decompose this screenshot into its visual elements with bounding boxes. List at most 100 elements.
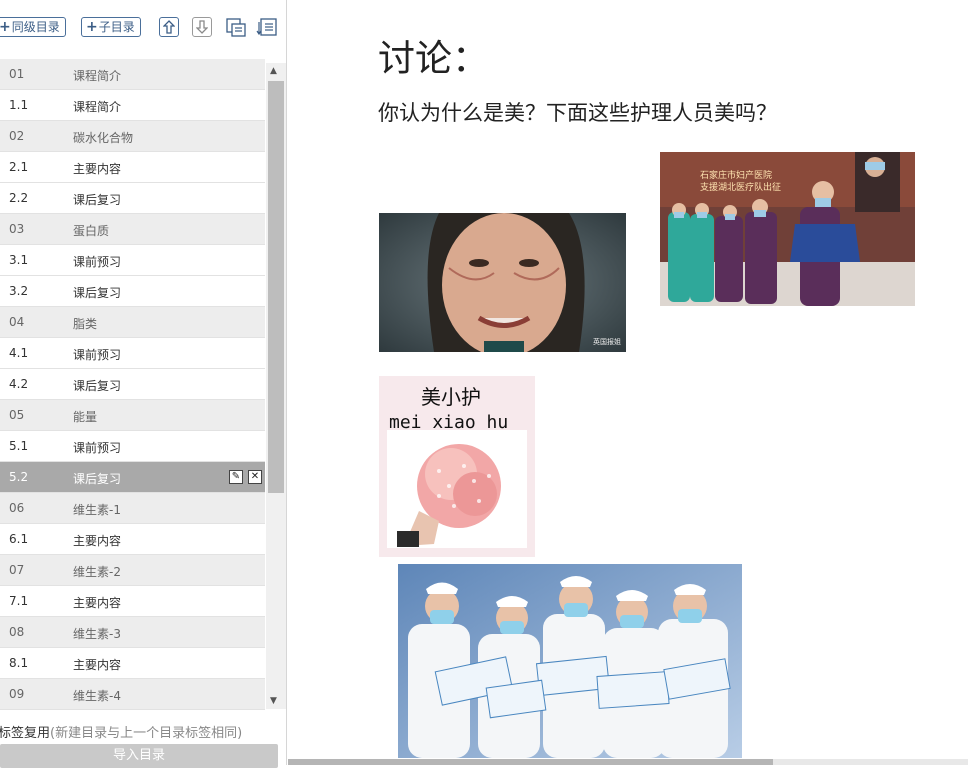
delete-icon[interactable]: ✕: [248, 470, 262, 484]
outline-number: 7.1: [9, 594, 29, 608]
outline-label: 课前预习: [73, 255, 122, 269]
outline-section-row[interactable]: 4.2 课后复习: [0, 369, 265, 400]
outline-section-row[interactable]: 1.1 课程简介: [0, 90, 265, 121]
outline-label: 脂类: [73, 317, 98, 331]
outline-number: 3.1: [9, 253, 29, 267]
import-outline-button[interactable]: 导入目录: [0, 744, 278, 768]
copy-icon: [226, 18, 246, 37]
add-sibling-label: 同级目录: [11, 20, 60, 34]
plus-icon: +: [0, 19, 11, 35]
outline-label: 课后复习: [73, 379, 122, 393]
outline-section-row[interactable]: 7.1 主要内容: [0, 586, 265, 617]
scroll-thumb[interactable]: [268, 81, 284, 493]
nurse-face-photo: 英国报姐: [379, 213, 626, 352]
outline-section-row[interactable]: 5.2 课后复习 ✎ ✕: [0, 462, 265, 493]
outline-label: 课后复习: [73, 286, 122, 300]
scroll-down-icon[interactable]: ▼: [270, 696, 277, 706]
plus-icon: +: [86, 19, 98, 35]
flower-bouquet-image: 美小护 mei xiao hu: [379, 376, 535, 557]
outline-label: 课后复习: [73, 193, 122, 207]
page-title: 讨论：: [378, 37, 489, 80]
outline-label: 维生素-2: [73, 565, 121, 579]
outline-number: 6.1: [9, 532, 29, 546]
nurse-face-illustration: 英国报姐: [379, 213, 626, 352]
outline-label: 维生素-4: [73, 689, 121, 703]
outline-chapter-row[interactable]: 06 维生素-1: [0, 493, 265, 524]
add-child-label: 子目录: [98, 20, 135, 34]
outline-label: 课程简介: [73, 69, 122, 83]
outline-label: 维生素-3: [73, 627, 121, 641]
scroll-up-icon[interactable]: ▲: [270, 66, 277, 76]
outline-label: 维生素-1: [73, 503, 121, 517]
outline-label: 课程简介: [73, 100, 122, 114]
outline-label: 主要内容: [73, 596, 122, 610]
outline-label: 课前预习: [73, 441, 122, 455]
outline-section-row[interactable]: 4.1 课前预习: [0, 338, 265, 369]
outline-section-row[interactable]: 8.1 主要内容: [0, 648, 265, 679]
outline-number: 09: [9, 687, 25, 701]
outline-number: 2.1: [9, 160, 29, 174]
outline-section-row[interactable]: 6.1 主要内容: [0, 524, 265, 555]
outline-section-row[interactable]: 5.1 课前预习: [0, 431, 265, 462]
outline-number: 05: [9, 408, 25, 422]
outline-number: 5.1: [9, 439, 29, 453]
outline-number: 03: [9, 222, 25, 236]
nurses-tickets-photo: [398, 564, 742, 758]
arrow-down-icon: [195, 20, 209, 34]
outline-number: 08: [9, 625, 25, 639]
nurses-tickets-illustration: [398, 564, 742, 758]
image-watermark: 英国报姐: [593, 337, 621, 346]
outline-label: 蛋白质: [73, 224, 110, 238]
arrow-up-icon: [162, 20, 176, 34]
banner-text: 石家庄市妇产医院: [700, 169, 772, 181]
outline-scrollbar[interactable]: ▲ ▼: [266, 63, 286, 709]
outline-number: 8.1: [9, 656, 29, 670]
outline-chapter-row[interactable]: 07 维生素-2: [0, 555, 265, 586]
copy-outline-button[interactable]: [225, 16, 247, 38]
medical-team-illustration: 石家庄市妇产医院 支援湖北医疗队出征: [660, 152, 915, 306]
outline-label: 课前预习: [73, 348, 122, 362]
discussion-question: 你认为什么是美？下面这些护理人员美吗？: [378, 101, 777, 125]
outline-number: 2.2: [9, 191, 29, 205]
outline-section-row[interactable]: 3.2 课后复习: [0, 276, 265, 307]
slide-content: 讨论： 你认为什么是美？下面这些护理人员美吗？ 英国报姐 石家庄市妇产医院 支援…: [288, 0, 968, 760]
outline-chapter-row[interactable]: 05 能量: [0, 400, 265, 431]
outline-list: 01 课程简介 1.1 课程简介 02 碳水化合物 2.1 主要内容 2.2 课后复习 03 蛋白质 3…: [0, 59, 265, 710]
outline-number: 01: [9, 67, 25, 81]
sort-outline-button[interactable]: [256, 16, 278, 38]
image-title: 美小护: [421, 385, 481, 409]
tag-reuse-option[interactable]: 标签复用(新建目录与上一个目录标签相同): [0, 722, 242, 741]
outline-label: 碳水化合物: [73, 131, 134, 145]
tag-reuse-label: 标签复用: [0, 726, 51, 741]
outline-toolbar: +同级目录 +子目录: [0, 0, 287, 58]
horizontal-scroll-thumb[interactable]: [288, 759, 773, 765]
outline-chapter-row[interactable]: 01 课程简介: [0, 59, 265, 90]
outline-number: 4.1: [9, 346, 29, 360]
outline-label: 主要内容: [73, 534, 122, 548]
outline-number: 07: [9, 563, 25, 577]
outline-section-row[interactable]: 3.1 课前预习: [0, 245, 265, 276]
tag-reuse-hint: (新建目录与上一个目录标签相同): [50, 726, 243, 741]
outline-chapter-row[interactable]: 04 脂类: [0, 307, 265, 338]
outline-number: 1.1: [9, 98, 29, 112]
outline-number: 04: [9, 315, 25, 329]
horizontal-scrollbar[interactable]: [288, 759, 968, 765]
edit-icon[interactable]: ✎: [229, 470, 243, 484]
outline-chapter-row[interactable]: 08 维生素-3: [0, 617, 265, 648]
outline-chapter-row[interactable]: 09 维生素-4: [0, 679, 265, 710]
add-sibling-button[interactable]: +同级目录: [0, 17, 66, 37]
add-child-button[interactable]: +子目录: [81, 17, 141, 37]
banner-text-2: 支援湖北医疗队出征: [700, 181, 781, 193]
outline-chapter-row[interactable]: 02 碳水化合物: [0, 121, 265, 152]
move-down-button[interactable]: [192, 17, 212, 37]
flower-bouquet-illustration: 美小护 mei xiao hu: [379, 376, 535, 557]
outline-section-row[interactable]: 2.1 主要内容: [0, 152, 265, 183]
medical-team-photo: 石家庄市妇产医院 支援湖北医疗队出征: [660, 152, 915, 306]
move-up-button[interactable]: [159, 17, 179, 37]
outline-section-row[interactable]: 2.2 课后复习: [0, 183, 265, 214]
outline-number: 3.2: [9, 284, 29, 298]
outline-number: 02: [9, 129, 25, 143]
outline-number: 06: [9, 501, 25, 515]
outline-label: 主要内容: [73, 162, 122, 176]
outline-chapter-row[interactable]: 03 蛋白质: [0, 214, 265, 245]
